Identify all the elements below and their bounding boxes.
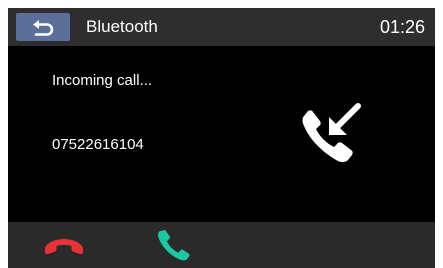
back-return-icon: [33, 20, 54, 36]
page-title: Bluetooth: [86, 17, 158, 36]
call-action-bar: [8, 222, 435, 268]
caller-number: 07522616104: [52, 136, 144, 153]
top-bar: Bluetooth 01:26: [8, 8, 435, 46]
call-status-text: Incoming call...: [52, 72, 153, 89]
decline-call-button[interactable]: [38, 224, 90, 266]
clock: 01:26: [379, 17, 425, 37]
back-button[interactable]: [16, 13, 70, 41]
answer-call-button[interactable]: [148, 224, 200, 266]
answer-call-icon: [158, 229, 190, 261]
head-unit-screen: Bluetooth 01:26 Incoming call... 0752261…: [8, 8, 435, 268]
incoming-call-icon: [302, 103, 361, 163]
hang-up-icon: [45, 239, 83, 255]
